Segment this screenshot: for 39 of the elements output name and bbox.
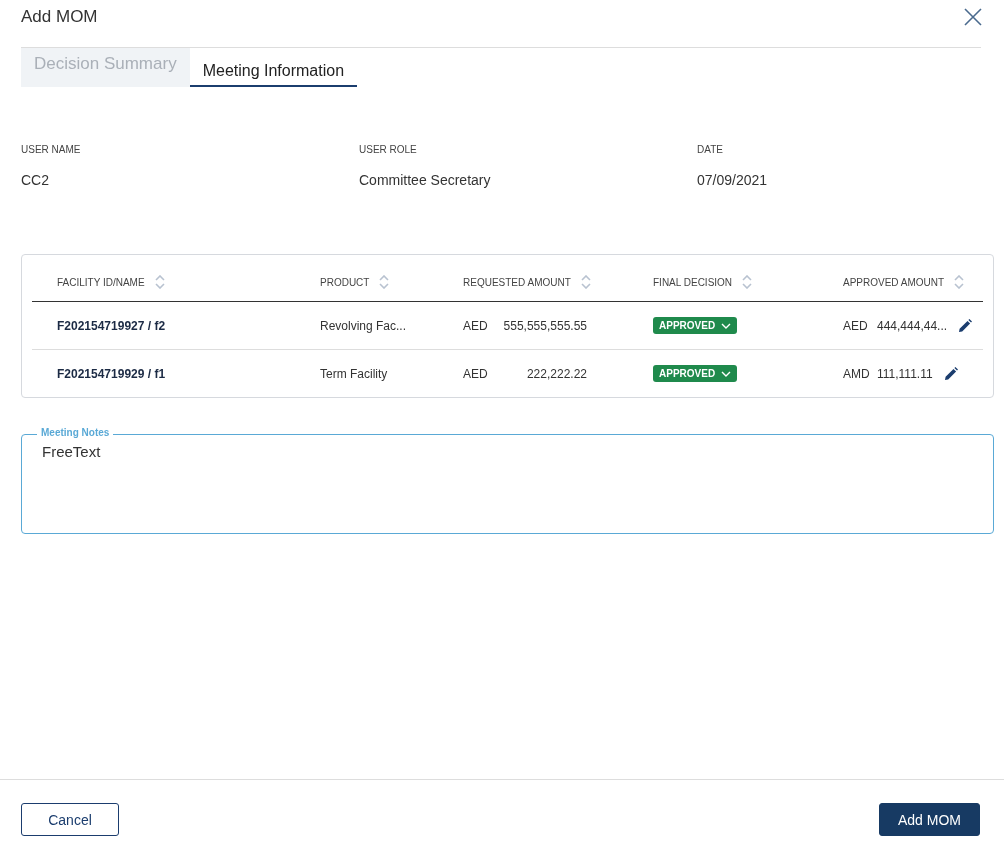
column-header: FACILITY ID/NAME	[57, 276, 145, 288]
sort-icon[interactable]	[379, 275, 390, 289]
currency-code: AMD	[843, 366, 871, 381]
field-label: DATE	[697, 144, 724, 155]
requested-amount: 555,555,555.55	[502, 318, 587, 333]
pencil-icon[interactable]	[957, 317, 974, 334]
field-label: USER NAME	[21, 144, 82, 155]
currency-code: AED	[463, 366, 489, 381]
column-header: APPROVED AMOUNT	[843, 276, 945, 288]
field-label: USER ROLE	[359, 144, 418, 155]
column-header: FINAL DECISION	[653, 276, 733, 288]
facility-id: F202154719927 / f2	[57, 318, 166, 333]
cancel-button[interactable]: Cancel	[21, 803, 119, 836]
facility-id: F202154719929 / f1	[57, 366, 166, 381]
currency-code: AED	[463, 318, 489, 333]
column-header: REQUESTED AMOUNT	[463, 276, 571, 288]
sort-icon[interactable]	[154, 275, 165, 289]
submit-button[interactable]: Add MOM	[879, 803, 980, 836]
decision-dropdown[interactable]: APPROVED	[653, 317, 738, 334]
sort-icon[interactable]	[954, 275, 965, 289]
sort-icon[interactable]	[742, 275, 753, 289]
requested-amount: 222,222.22	[525, 366, 587, 381]
currency-code: AED	[843, 318, 869, 333]
pencil-icon[interactable]	[942, 365, 959, 382]
dialog-title: Add MOM	[21, 7, 98, 27]
column-header: PRODUCT	[320, 276, 370, 288]
product-name: Term Facility	[320, 366, 388, 381]
decision-dropdown[interactable]: APPROVED	[653, 365, 738, 382]
field-value: Committee Secretary	[359, 172, 492, 188]
approved-amount: 444,444,44...	[877, 318, 948, 333]
product-name: Revolving Fac...	[320, 318, 407, 333]
approved-amount: 111,111.11	[877, 366, 933, 381]
chevron-down-icon	[721, 322, 732, 329]
close-icon[interactable]	[964, 8, 982, 26]
chevron-down-icon	[721, 370, 732, 377]
sort-icon[interactable]	[580, 275, 591, 289]
field-value: 07/09/2021	[697, 172, 769, 188]
field-label: Meeting Notes	[37, 427, 114, 438]
field-value: CC2	[21, 172, 50, 188]
